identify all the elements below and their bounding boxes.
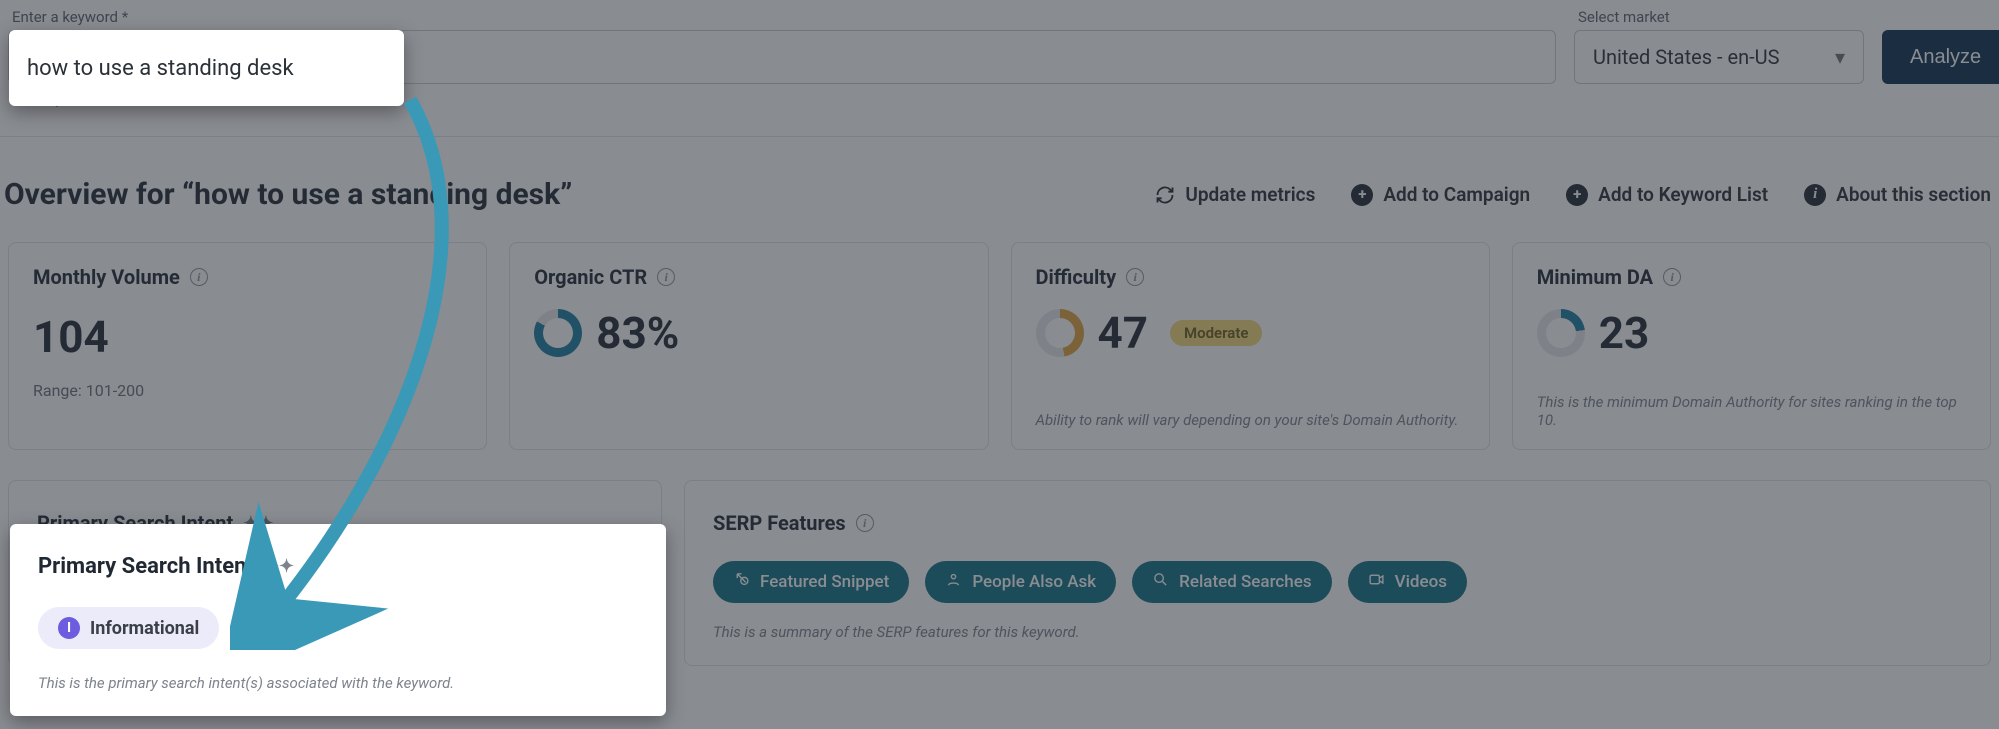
ctr-value: 83% bbox=[596, 307, 679, 359]
info-icon[interactable]: i bbox=[856, 514, 874, 532]
minda-donut-icon bbox=[1537, 309, 1585, 357]
serp-note: This is a summary of the SERP features f… bbox=[713, 605, 1962, 641]
intent-title: Primary Search Intent bbox=[37, 511, 233, 535]
market-select[interactable]: United States - en-US ▾ bbox=[1574, 30, 1864, 84]
market-label: Select market bbox=[1578, 8, 1864, 26]
info-icon[interactable]: i bbox=[190, 268, 208, 286]
serp-feature-label: Videos bbox=[1395, 572, 1447, 592]
keyword-input[interactable] bbox=[8, 30, 1556, 84]
card-serp-features: SERP Features i Featured Snippet People A… bbox=[684, 480, 1991, 666]
serp-feature-pill[interactable]: Featured Snippet bbox=[713, 561, 909, 603]
volume-value: 104 bbox=[33, 311, 462, 363]
intent-note: This is the primary search intent(s) ass… bbox=[37, 605, 633, 641]
add-to-campaign-button[interactable]: + Add to Campaign bbox=[1351, 183, 1530, 206]
minda-note: This is the minimum Domain Authority for… bbox=[1537, 375, 1966, 429]
intent-icon: I bbox=[57, 573, 79, 595]
serp-feature-label: Featured Snippet bbox=[760, 572, 889, 592]
intent-pill-label: Informational bbox=[89, 574, 198, 595]
serp-feature-icon bbox=[1368, 571, 1385, 593]
card-difficulty: Difficulty i 47 Moderate Ability to rank… bbox=[1011, 242, 1490, 450]
serp-feature-pill[interactable]: Videos bbox=[1348, 561, 1467, 603]
serp-feature-pill[interactable]: Related Searches bbox=[1132, 561, 1331, 603]
ctr-donut-icon bbox=[534, 309, 582, 357]
serp-feature-icon bbox=[733, 571, 750, 593]
serp-feature-pill[interactable]: People Also Ask bbox=[925, 561, 1116, 603]
keyword-example-hint: Example: coffee machines bbox=[18, 90, 1556, 108]
volume-range: Range: 101-200 bbox=[33, 381, 462, 400]
about-section-label: About this section bbox=[1836, 183, 1991, 206]
sparkle-icon: ✦✦ bbox=[243, 513, 273, 534]
add-to-campaign-label: Add to Campaign bbox=[1383, 183, 1530, 206]
add-to-keyword-list-label: Add to Keyword List bbox=[1598, 183, 1768, 206]
info-icon[interactable]: i bbox=[1663, 268, 1681, 286]
market-value: United States - en-US bbox=[1593, 45, 1780, 69]
difficulty-value: 47 bbox=[1098, 307, 1149, 359]
overview-title: Overview for “how to use a standing desk… bbox=[4, 177, 572, 212]
difficulty-donut-icon bbox=[1036, 309, 1084, 357]
intent-pill: I Informational bbox=[37, 563, 218, 605]
minda-value: 23 bbox=[1599, 307, 1650, 359]
difficulty-title: Difficulty bbox=[1036, 265, 1117, 289]
serp-feature-icon bbox=[1152, 571, 1169, 593]
serp-feature-label: People Also Ask bbox=[972, 572, 1096, 592]
update-metrics-label: Update metrics bbox=[1185, 183, 1315, 206]
analyze-button[interactable]: Analyze bbox=[1882, 30, 1999, 84]
serp-feature-label: Related Searches bbox=[1179, 572, 1311, 592]
card-monthly-volume: Monthly Volume i 104 Range: 101-200 bbox=[8, 242, 487, 450]
serp-feature-icon bbox=[945, 571, 962, 593]
add-to-keyword-list-button[interactable]: + Add to Keyword List bbox=[1566, 183, 1768, 206]
plus-icon: + bbox=[1351, 184, 1373, 206]
info-icon[interactable]: i bbox=[657, 268, 675, 286]
keyword-label: Enter a keyword * bbox=[12, 8, 1556, 26]
card-organic-ctr: Organic CTR i 83% bbox=[509, 242, 988, 450]
chevron-down-icon: ▾ bbox=[1835, 45, 1845, 69]
volume-title: Monthly Volume bbox=[33, 265, 180, 289]
refresh-icon bbox=[1155, 185, 1175, 205]
minda-title: Minimum DA bbox=[1537, 265, 1653, 289]
plus-icon: + bbox=[1566, 184, 1588, 206]
update-metrics-button[interactable]: Update metrics bbox=[1155, 183, 1315, 206]
info-icon[interactable]: i bbox=[1126, 268, 1144, 286]
ctr-title: Organic CTR bbox=[534, 265, 647, 289]
difficulty-badge: Moderate bbox=[1170, 320, 1262, 346]
info-icon: i bbox=[1804, 184, 1826, 206]
card-minimum-da: Minimum DA i 23 This is the minimum Doma… bbox=[1512, 242, 1991, 450]
card-search-intent: Primary Search Intent ✦✦ I Informational… bbox=[8, 480, 662, 666]
serp-title: SERP Features bbox=[713, 511, 846, 535]
difficulty-note: Ability to rank will vary depending on y… bbox=[1036, 393, 1465, 429]
about-section-button[interactable]: i About this section bbox=[1804, 183, 1991, 206]
